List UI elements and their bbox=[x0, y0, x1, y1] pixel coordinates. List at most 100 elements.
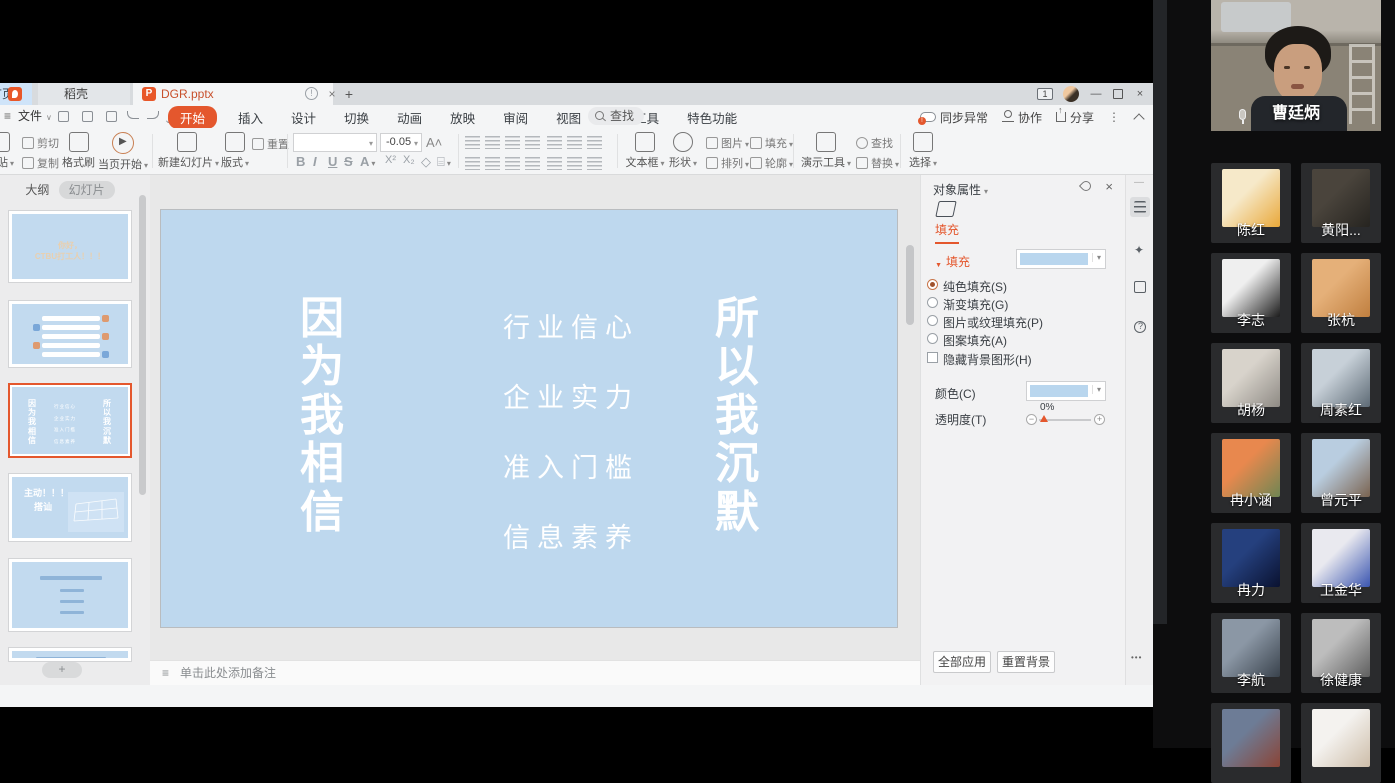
print-icon[interactable] bbox=[80, 110, 94, 123]
account-avatar[interactable] bbox=[1063, 86, 1079, 102]
slide-thumbnail-2[interactable] bbox=[8, 300, 132, 368]
slide-panel-scrollbar[interactable] bbox=[139, 195, 146, 495]
slide-right-vertical-text[interactable]: 所以我沉默 bbox=[715, 295, 761, 537]
bullet-list-icon[interactable] bbox=[465, 136, 480, 149]
menu-tab-3[interactable]: 设计 bbox=[284, 106, 323, 129]
help-icon[interactable] bbox=[1130, 317, 1150, 337]
font-size-combo[interactable]: -0.05 bbox=[380, 133, 422, 152]
participant-tile[interactable]: 卫金华 bbox=[1301, 523, 1381, 603]
paragraph-settings-icon[interactable] bbox=[587, 157, 602, 170]
reset-button[interactable]: 重置 bbox=[252, 136, 289, 152]
participant-tile[interactable] bbox=[1211, 703, 1291, 783]
grow-font-button[interactable]: A˄ bbox=[426, 135, 442, 150]
participant-tile[interactable]: 李志 bbox=[1211, 253, 1291, 333]
find-ribbon-button[interactable]: 查找 bbox=[856, 135, 893, 151]
slide-thumbnail-5[interactable] bbox=[8, 558, 132, 632]
format-painter-button[interactable]: 格式刷 bbox=[62, 132, 95, 170]
superscript-button[interactable]: X² bbox=[385, 154, 396, 166]
transparency-minus[interactable]: − bbox=[1026, 414, 1037, 425]
menu-tab-7[interactable]: 审阅 bbox=[496, 106, 535, 129]
fill-tab[interactable]: 填充 bbox=[935, 221, 959, 244]
maximize-button[interactable] bbox=[1113, 89, 1123, 99]
close-tab-icon[interactable]: × bbox=[325, 86, 339, 102]
tab-document[interactable]: P DGR.pptx ! × bbox=[133, 83, 333, 105]
animation-pane-icon[interactable] bbox=[1130, 277, 1150, 297]
more-menu-icon[interactable]: ⋮ bbox=[1108, 110, 1121, 124]
italic-button[interactable]: I bbox=[313, 154, 317, 169]
new-tab-button[interactable]: + bbox=[340, 85, 358, 103]
font-color-button[interactable]: A bbox=[360, 154, 375, 169]
new-slide-button[interactable]: 新建幻灯片 bbox=[158, 132, 216, 170]
save-icon[interactable] bbox=[56, 110, 70, 123]
font-name-combo[interactable] bbox=[293, 133, 377, 152]
participant-tile[interactable]: 曾元平 bbox=[1301, 433, 1381, 513]
outline-button[interactable]: 轮廓 bbox=[750, 155, 793, 171]
justify-icon[interactable] bbox=[525, 157, 540, 170]
reset-background-button[interactable]: 重置背景 bbox=[997, 651, 1055, 673]
more-tools-icon[interactable] bbox=[1130, 647, 1150, 667]
menu-tab-5[interactable]: 动画 bbox=[390, 106, 429, 129]
option-solid-fill[interactable]: 纯色填充(S) bbox=[943, 278, 1007, 295]
collaborate-button[interactable]: 协作 bbox=[1002, 109, 1042, 126]
replace-button[interactable]: 替换 bbox=[856, 155, 899, 171]
participant-tile[interactable]: 黄阳... bbox=[1301, 163, 1381, 243]
fill-section-header[interactable]: 填充 bbox=[935, 253, 970, 270]
close-window-button[interactable]: × bbox=[1133, 87, 1147, 101]
slide-left-vertical-text[interactable]: 因为我相信 bbox=[300, 295, 346, 537]
slide-center-list[interactable]: 行业信心 企业实力 准入门槛 信息素养 bbox=[461, 306, 681, 555]
shapes-button[interactable]: 形状 bbox=[666, 132, 700, 170]
tab-docer[interactable]: 稻壳 bbox=[38, 83, 130, 105]
hide-background-checkbox[interactable]: 隐藏背景图形(H) bbox=[943, 351, 1032, 368]
file-menu[interactable]: 文件 bbox=[2, 107, 52, 126]
fill-color-dropdown[interactable] bbox=[1016, 249, 1106, 269]
participant-tile[interactable]: 周素红 bbox=[1301, 343, 1381, 423]
share-button[interactable]: 分享 bbox=[1056, 109, 1094, 126]
slide-thumbnail-1[interactable]: 你好， CTBU打工人！！！ bbox=[8, 210, 132, 283]
participant-tile[interactable]: 冉小涵 bbox=[1211, 433, 1291, 513]
play-from-current-button[interactable]: 当页开始 bbox=[97, 132, 149, 172]
paste-button[interactable]: 粘贴 bbox=[0, 132, 14, 170]
redo-icon[interactable] bbox=[146, 110, 160, 123]
align-left-icon[interactable] bbox=[465, 157, 480, 170]
bold-button[interactable]: B bbox=[296, 154, 305, 169]
line-spacing-icon[interactable] bbox=[567, 136, 582, 149]
pin-icon[interactable] bbox=[1079, 179, 1093, 193]
menu-tab-8[interactable]: 视图 bbox=[549, 106, 588, 129]
sync-status[interactable]: 同步异常 bbox=[920, 109, 988, 126]
clear-format-icon[interactable]: ◇ bbox=[421, 154, 431, 170]
slide-canvas[interactable]: 因为我相信 行业信心 企业实力 准入门槛 信息素养 所以我沉默 bbox=[160, 209, 898, 628]
color-dropdown[interactable] bbox=[1026, 381, 1106, 401]
collapse-ribbon-icon[interactable] bbox=[1133, 113, 1144, 124]
align-right-icon[interactable] bbox=[505, 157, 520, 170]
slide-thumbnail-3-selected[interactable]: 因为我相信 行业信心企业实力准入门槛信息素养 所以我沉默 bbox=[8, 383, 132, 458]
arrange-button[interactable]: 排列 bbox=[706, 155, 749, 171]
transparency-thumb[interactable] bbox=[1040, 415, 1048, 422]
option-pattern-fill[interactable]: 图案填充(A) bbox=[943, 332, 1007, 349]
menu-tab-10[interactable]: 特色功能 bbox=[680, 106, 744, 129]
phonetic-guide-icon[interactable]: ⌸ bbox=[437, 154, 451, 170]
menu-tab-1[interactable]: 开始 bbox=[168, 106, 217, 129]
select-button[interactable]: 选择 bbox=[906, 132, 940, 170]
tab-slides[interactable]: 幻灯片 bbox=[59, 181, 115, 199]
option-gradient-fill[interactable]: 渐变填充(G) bbox=[943, 296, 1008, 313]
option-picture-fill[interactable]: 图片或纹理填充(P) bbox=[943, 314, 1043, 331]
participant-tile[interactable]: 李航 bbox=[1211, 613, 1291, 693]
undo-icon[interactable] bbox=[126, 110, 140, 123]
participant-tile[interactable]: 徐健康 bbox=[1301, 613, 1381, 693]
participant-tile[interactable]: 陈红 bbox=[1211, 163, 1291, 243]
cut-button[interactable]: 剪切 bbox=[22, 135, 59, 151]
underline-button[interactable]: U bbox=[328, 154, 337, 169]
participant-tile[interactable] bbox=[1301, 703, 1381, 783]
notes-bar[interactable]: 单击此处添加备注 bbox=[150, 660, 920, 685]
columns-icon[interactable] bbox=[567, 157, 582, 170]
subscript-button[interactable]: X₂ bbox=[403, 154, 415, 166]
align-center-icon[interactable] bbox=[485, 157, 500, 170]
textbox-button[interactable]: 文本框 bbox=[624, 132, 666, 170]
window-count-badge[interactable]: 1 bbox=[1037, 88, 1053, 100]
properties-tool-icon[interactable] bbox=[1130, 197, 1150, 217]
minimize-button[interactable]: — bbox=[1089, 87, 1103, 101]
find-button[interactable]: 查找 bbox=[588, 107, 644, 125]
print-preview-icon[interactable] bbox=[104, 110, 118, 123]
text-direction-icon[interactable] bbox=[547, 136, 562, 149]
effects-tool-icon[interactable] bbox=[1130, 237, 1150, 257]
